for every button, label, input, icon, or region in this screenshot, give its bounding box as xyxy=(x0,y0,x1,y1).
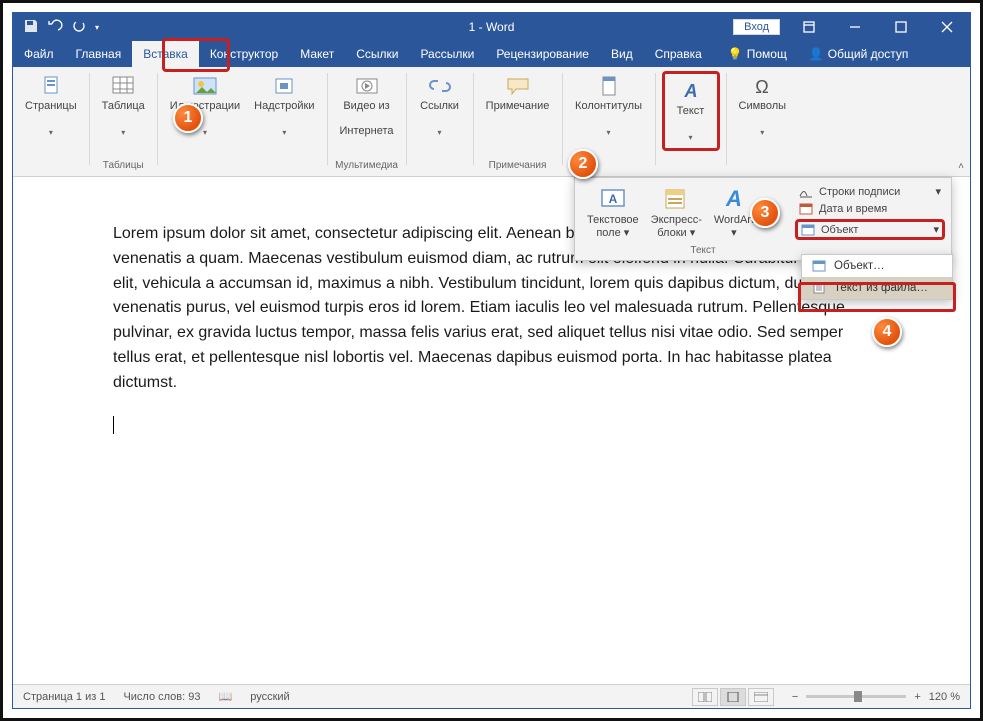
comments-group-label: Примечания xyxy=(489,160,547,173)
tab-help[interactable]: Справка xyxy=(644,41,713,67)
badge-3: 3 xyxy=(750,198,780,228)
group-links: Ссылки▾ xyxy=(407,67,473,175)
tab-insert[interactable]: Вставка xyxy=(132,41,199,67)
tab-design[interactable]: Конструктор xyxy=(199,41,289,67)
title-bar: ▾ 1 - Word Вход xyxy=(13,13,970,41)
status-bar: Страница 1 из 1 Число слов: 93 📖 русский… xyxy=(13,684,970,708)
addins-button[interactable]: Надстройки▾ xyxy=(248,71,320,141)
header-footer-button[interactable]: Колонтитулы▾ xyxy=(569,71,649,141)
date-time-button[interactable]: Дата и время xyxy=(795,202,945,216)
svg-text:A: A xyxy=(683,81,697,101)
qat-dropdown-icon[interactable]: ▾ xyxy=(95,23,99,32)
undo-icon[interactable] xyxy=(47,18,63,37)
close-icon[interactable] xyxy=(924,13,970,41)
badge-4: 4 xyxy=(872,317,902,347)
textbox-button[interactable]: A Текстовое поле ▾ xyxy=(581,184,645,241)
spellcheck-icon[interactable]: 📖 xyxy=(219,690,233,703)
online-video-button[interactable]: Видео изИнтернета xyxy=(334,71,400,142)
text-group-label: Текст xyxy=(581,245,825,256)
tab-file[interactable]: Файл xyxy=(13,41,65,67)
group-media: Видео изИнтернета Мультимедиа xyxy=(328,67,406,175)
view-read-icon[interactable] xyxy=(692,688,718,706)
quickparts-button[interactable]: Экспресс- блоки ▾ xyxy=(645,184,708,241)
menu-object[interactable]: Объект… xyxy=(802,255,952,277)
sign-in-button[interactable]: Вход xyxy=(733,19,780,35)
object-button[interactable]: Объект ▾ xyxy=(795,219,945,240)
table-button[interactable]: Таблица▾ xyxy=(96,71,151,141)
tab-references[interactable]: Ссылки xyxy=(345,41,409,67)
tell-me-label: Помощ xyxy=(747,47,787,61)
text-button[interactable]: A Текст▾ xyxy=(669,76,713,146)
ribbon-tabs: Файл Главная Вставка Конструктор Макет С… xyxy=(13,41,970,67)
badge-1: 1 xyxy=(173,103,203,133)
view-web-icon[interactable] xyxy=(748,688,774,706)
tab-mailings[interactable]: Рассылки xyxy=(409,41,485,67)
ribbon-options-icon[interactable] xyxy=(786,13,832,41)
zoom-out-icon[interactable]: − xyxy=(792,691,798,703)
status-word-count[interactable]: Число слов: 93 xyxy=(123,691,200,703)
group-tables: Таблица▾ Таблицы xyxy=(90,67,157,175)
group-pages: Страницы▾ xyxy=(13,67,89,175)
tab-home[interactable]: Главная xyxy=(65,41,133,67)
quick-access-toolbar: ▾ xyxy=(13,18,99,37)
save-icon[interactable] xyxy=(23,18,39,37)
symbols-button[interactable]: Ω Символы▾ xyxy=(733,71,793,141)
signature-line-button[interactable]: Строки подписи ▾ xyxy=(795,184,945,199)
pages-button[interactable]: Страницы▾ xyxy=(19,71,83,141)
svg-text:A: A xyxy=(725,186,742,211)
tab-share[interactable]: 👤Общий доступ xyxy=(798,41,920,67)
view-buttons xyxy=(692,688,774,706)
svg-text:Ω: Ω xyxy=(756,77,769,97)
zoom-level[interactable]: 120 % xyxy=(929,691,960,703)
text-cursor xyxy=(113,416,114,434)
object-submenu: Объект… Текст из файла… xyxy=(801,254,953,300)
view-print-icon[interactable] xyxy=(720,688,746,706)
tab-view[interactable]: Вид xyxy=(600,41,644,67)
status-page[interactable]: Страница 1 из 1 xyxy=(23,691,105,703)
group-text: A Текст▾ xyxy=(656,67,726,175)
status-language[interactable]: русский xyxy=(250,691,289,703)
zoom-in-icon[interactable]: + xyxy=(914,691,920,703)
media-group-label: Мультимедиа xyxy=(335,160,398,173)
group-symbols: Ω Символы▾ xyxy=(727,67,799,175)
redo-icon[interactable] xyxy=(71,18,87,37)
tab-review[interactable]: Рецензирование xyxy=(485,41,600,67)
collapse-ribbon-icon[interactable]: ˄ xyxy=(958,161,964,172)
illustrations-button[interactable]: Иллюстрации▾ xyxy=(164,71,246,141)
group-comments: Примечание Примечания xyxy=(474,67,562,175)
svg-text:A: A xyxy=(608,192,617,206)
tables-group-label: Таблицы xyxy=(103,160,144,173)
tab-tell-me[interactable]: 💡Помощ xyxy=(717,41,798,67)
menu-text-from-file[interactable]: Текст из файла… xyxy=(802,277,952,299)
maximize-icon[interactable] xyxy=(878,13,924,41)
comment-button[interactable]: Примечание xyxy=(480,71,556,132)
ribbon: Страницы▾ Таблица▾ Таблицы Иллюстрации▾ … xyxy=(13,67,970,177)
badge-2: 2 xyxy=(568,149,598,179)
minimize-icon[interactable] xyxy=(832,13,878,41)
tab-layout[interactable]: Макет xyxy=(289,41,345,67)
share-label: Общий доступ xyxy=(828,47,909,61)
zoom-control[interactable]: − + 120 % xyxy=(792,691,960,703)
window-title: 1 - Word xyxy=(469,20,515,34)
links-button[interactable]: Ссылки▾ xyxy=(413,71,467,141)
